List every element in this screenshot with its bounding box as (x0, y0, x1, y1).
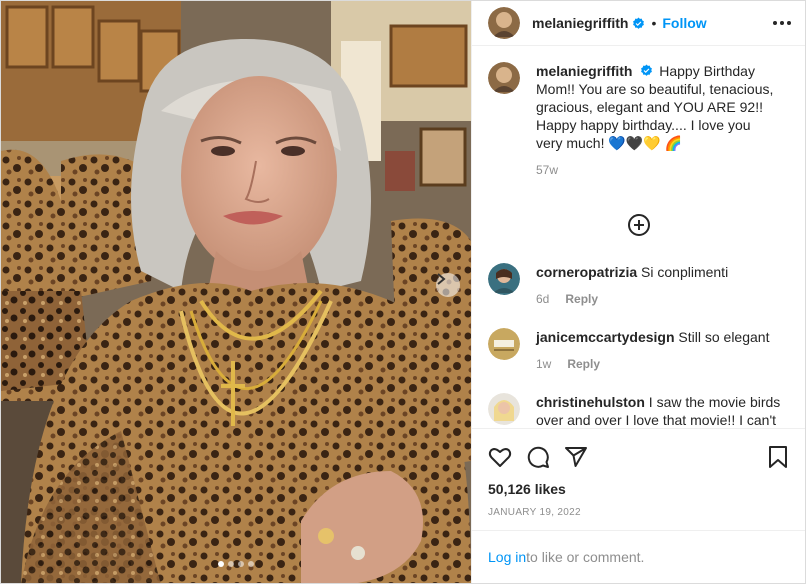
avatar[interactable] (488, 7, 520, 39)
carousel-dot (228, 561, 234, 567)
comment-body: christinehulston I saw the movie birds o… (536, 393, 784, 428)
heart-icon[interactable] (488, 445, 512, 469)
reply-button[interactable]: Reply (565, 290, 598, 308)
reply-button[interactable]: Reply (567, 355, 600, 373)
comment-age: 1w (536, 357, 552, 371)
comment-text: Still so elegant (678, 329, 770, 345)
comment-item: janicemccartydesign Still so elegant 1w … (488, 328, 789, 373)
caption-age: 57w (536, 163, 559, 177)
comment-username[interactable]: christinehulston (536, 394, 645, 410)
verified-badge-icon (632, 17, 645, 30)
photo-illustration (1, 1, 471, 583)
post-caption: melaniegriffith Happy Birthday Mom!! You… (488, 62, 789, 179)
avatar[interactable] (488, 393, 520, 425)
comment-username[interactable]: corneropatrizia (536, 264, 637, 280)
comment-text: Si conplimenti (641, 264, 729, 280)
avatar-image (488, 393, 520, 425)
avatar[interactable] (488, 62, 520, 94)
instagram-post: melaniegriffith • Follow melaniegriffith… (0, 0, 806, 584)
separator-dot: • (651, 15, 657, 31)
chevron-right-icon (437, 273, 446, 285)
post-author-username[interactable]: melaniegriffith (532, 15, 628, 31)
comment-icon[interactable] (526, 445, 550, 469)
caption-username[interactable]: melaniegriffith (536, 63, 632, 79)
avatar[interactable] (488, 263, 520, 295)
post-actions: 50,126 likes JANUARY 19, 2022 (472, 428, 805, 518)
comment-item: christinehulston I saw the movie birds o… (488, 393, 789, 428)
avatar[interactable] (488, 328, 520, 360)
login-prompt: Log in to like or comment. (472, 530, 805, 583)
comments-section[interactable]: melaniegriffith Happy Birthday Mom!! You… (472, 46, 805, 428)
login-prompt-text: to like or comment. (526, 549, 645, 565)
avatar-image (488, 7, 520, 39)
follow-button[interactable]: Follow (662, 15, 706, 31)
share-icon[interactable] (564, 445, 588, 469)
post-side-panel: melaniegriffith • Follow melaniegriffith… (471, 1, 805, 583)
comment-age: 6d (536, 292, 550, 306)
carousel-dot (218, 561, 224, 567)
carousel-dot (248, 561, 254, 567)
avatar-image (488, 62, 520, 94)
carousel-dot (238, 561, 244, 567)
avatar-image (488, 328, 520, 360)
verified-badge-icon (640, 64, 653, 77)
carousel-indicator (1, 561, 471, 567)
plus-circle-icon (627, 214, 650, 236)
comment-meta: 1w Reply (536, 355, 784, 373)
action-icons (488, 439, 789, 475)
post-date: JANUARY 19, 2022 (488, 507, 581, 518)
comment-meta: 6d Reply (536, 290, 784, 308)
load-more-comments-button[interactable] (488, 213, 789, 237)
comment-item: corneropatrizia Si conplimenti 6d Reply (488, 263, 789, 308)
carousel-next-button[interactable] (436, 273, 460, 297)
more-options-icon[interactable] (773, 21, 791, 25)
avatar-image (488, 263, 520, 295)
post-photo[interactable] (1, 1, 471, 583)
login-link[interactable]: Log in (488, 549, 526, 565)
comment-body: corneropatrizia Si conplimenti 6d Reply (536, 263, 784, 308)
comment-username[interactable]: janicemccartydesign (536, 329, 675, 345)
bookmark-icon[interactable] (767, 445, 789, 469)
post-header: melaniegriffith • Follow (472, 1, 805, 46)
likes-count[interactable]: 50,126 likes (488, 481, 789, 497)
caption-body: melaniegriffith Happy Birthday Mom!! You… (536, 62, 776, 179)
comment-body: janicemccartydesign Still so elegant 1w … (536, 328, 784, 373)
